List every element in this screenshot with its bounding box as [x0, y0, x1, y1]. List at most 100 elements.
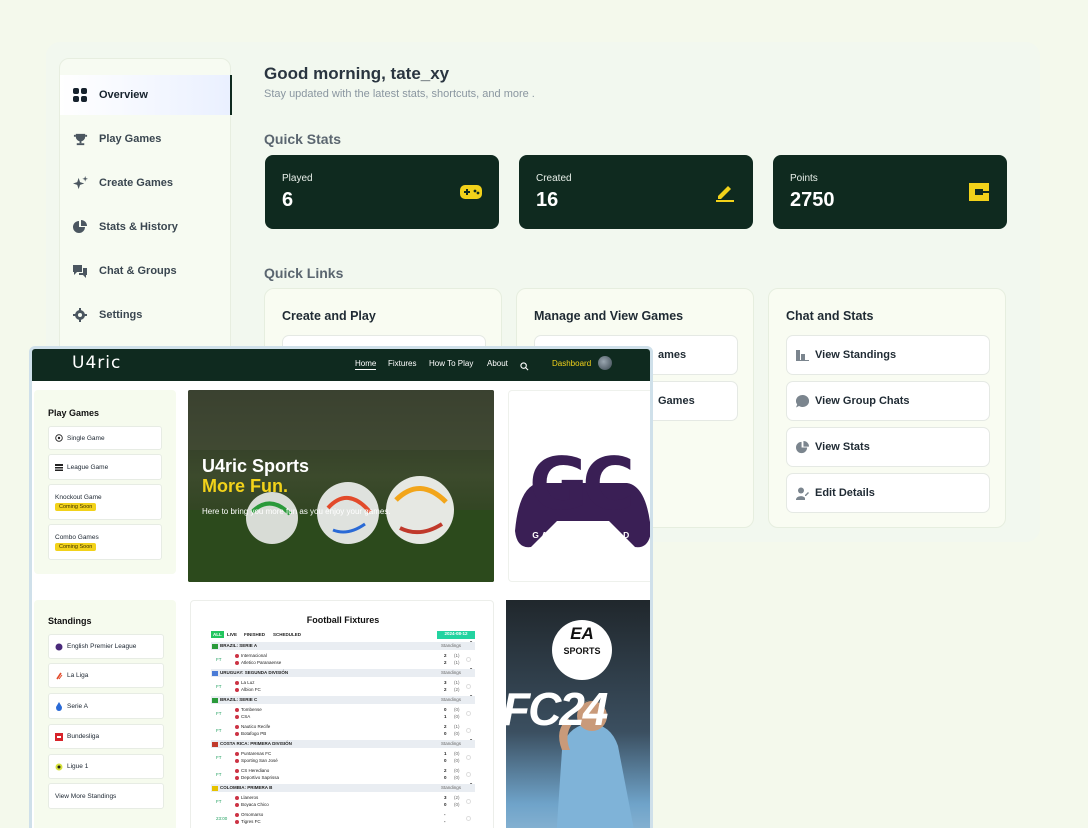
home-halftime-score: (0)	[454, 751, 460, 756]
standings-item-ligue-1[interactable]: Ligue 1	[48, 754, 164, 779]
home-score: 2	[444, 768, 447, 773]
stat-label: Points	[790, 173, 818, 184]
tab-all[interactable]: ALL	[211, 631, 224, 638]
home-halftime-score: (0)	[454, 707, 460, 712]
greeting-title: Good morning, tate_xy	[264, 64, 450, 83]
sidebar-item-label: Chat & Groups	[99, 265, 177, 277]
country-flag-icon	[212, 697, 218, 703]
chevron-up-icon[interactable]: ˆ	[470, 784, 472, 790]
standings-link[interactable]: Standings	[441, 643, 461, 648]
home-team: Nautico Recife	[235, 724, 270, 729]
nav-about-link[interactable]: About	[487, 359, 508, 368]
site-logo[interactable]: U4ric	[72, 353, 121, 373]
away-team: Atletico Paranaense	[235, 660, 281, 665]
quick-link-label: View Stats	[815, 441, 870, 453]
button-label: Single Game	[67, 434, 105, 442]
tab-finished[interactable]: FINISHED	[244, 632, 265, 637]
standings-link[interactable]: Standings	[441, 697, 461, 702]
fixtures-tabs: ALL LIVE FINISHED SCHEDULED 2024-08-12	[211, 631, 475, 640]
league-header[interactable]: BRAZIL: SERIE C Standings ˆ	[211, 696, 475, 704]
match-row[interactable]: FT Puntarenas FC Sporting San José 1 0 (0) (0)	[211, 749, 475, 767]
single-game-button[interactable]: Single Game	[48, 426, 162, 450]
football-fixtures-panel: Football Fixtures ALL LIVE FINISHED SCHE…	[190, 600, 494, 828]
match-row[interactable]: FT La Luz Albion FC 3 2 (1) (2)	[211, 678, 475, 696]
avatar[interactable]	[598, 356, 612, 370]
match-row[interactable]: FT Llaneros Boyaca Chico 3 0 (2) (0)	[211, 793, 475, 811]
nav-how-to-play-link[interactable]: How To Play	[429, 359, 473, 368]
tab-scheduled[interactable]: SCHEDULED	[273, 632, 301, 637]
chevron-up-icon[interactable]: ˆ	[470, 696, 472, 702]
nav-fixtures-link[interactable]: Fixtures	[388, 359, 416, 368]
gamers-creed-logo: GC GAMERS CREED	[515, 442, 650, 548]
stat-label: Created	[536, 173, 572, 184]
sidebar-item-settings[interactable]: Settings	[60, 295, 232, 335]
match-row[interactable]: 23:00 Orsomarso Tigres FC - -	[211, 810, 475, 828]
away-team: Botafogo PB	[235, 731, 266, 736]
ea-fc24-ad[interactable]: EA SPORTS FC24	[506, 600, 650, 828]
home-halftime-score: (1)	[454, 653, 460, 658]
away-score: 0	[444, 758, 447, 763]
sidebar-item-play-games[interactable]: Play Games	[60, 119, 232, 159]
favorite-toggle[interactable]	[466, 755, 471, 760]
points-icon	[967, 182, 991, 202]
ea-logo-text: EA	[570, 624, 594, 643]
ea-sports-text: SPORTS	[563, 646, 601, 656]
bar-chart-icon	[795, 348, 809, 362]
away-halftime-score: (0)	[454, 775, 460, 780]
league-header[interactable]: COLOMBIA: PRIMERA B Standings ˆ	[211, 784, 475, 792]
favorite-toggle[interactable]	[466, 684, 471, 689]
ligue-1-icon	[55, 763, 63, 771]
sidebar-item-create-games[interactable]: Create Games	[60, 163, 232, 203]
match-row[interactable]: FT CS Herediano Deportivo Saprissa 2 0 (0) (0)	[211, 766, 475, 784]
away-team: Sporting San José	[235, 758, 278, 763]
quick-link-view-stats[interactable]: View Stats	[786, 427, 990, 467]
site-navbar: U4ric Home Fixtures How To Play About Da…	[32, 349, 650, 381]
quick-link-view-group-chats[interactable]: View Group Chats	[786, 381, 990, 421]
search-icon[interactable]	[520, 358, 529, 376]
view-more-standings-button[interactable]: View More Standings	[48, 783, 164, 809]
quick-link-edit-details[interactable]: Edit Details	[786, 473, 990, 513]
away-score: 2	[444, 687, 447, 692]
knockout-game-button[interactable]: Knockout Game Coming Soon	[48, 484, 162, 520]
away-team: Boyaca Chico	[235, 802, 269, 807]
tab-live[interactable]: LIVE	[227, 632, 237, 637]
match-row[interactable]: FT Nautico Recife Botafogo PB 2 0 (1) (0)	[211, 722, 475, 740]
standings-item-la-liga[interactable]: La Liga	[48, 663, 164, 688]
combo-games-button[interactable]: Combo Games Coming Soon	[48, 524, 162, 560]
favorite-toggle[interactable]	[466, 711, 471, 716]
home-halftime-score: (2)	[454, 795, 460, 800]
standings-link[interactable]: Standings	[441, 785, 461, 790]
favorite-toggle[interactable]	[466, 816, 471, 821]
nav-dashboard-link[interactable]: Dashboard	[552, 359, 591, 368]
match-row[interactable]: FT Tombense CSA 0 1 (0) (0)	[211, 705, 475, 723]
standings-link[interactable]: Standings	[441, 741, 461, 746]
favorite-toggle[interactable]	[466, 657, 471, 662]
nav-home-link[interactable]: Home	[355, 359, 377, 370]
fixtures-date-picker[interactable]: 2024-08-12	[437, 631, 475, 639]
favorite-toggle[interactable]	[466, 799, 471, 804]
standings-item-bundesliga[interactable]: Bundesliga	[48, 724, 164, 749]
standings-item-serie-a[interactable]: Serie A	[48, 693, 164, 719]
chevron-up-icon[interactable]: ˆ	[470, 669, 472, 675]
sidebar-item-chat-groups[interactable]: Chat & Groups	[60, 251, 232, 291]
quick-link-label: View Standings	[815, 349, 897, 361]
league-header[interactable]: URUGUAY: SEGUNDA DIVISIÓN Standings ˆ	[211, 669, 475, 677]
favorite-toggle[interactable]	[466, 772, 471, 777]
quick-link-view-standings[interactable]: View Standings	[786, 335, 990, 375]
sidebar-item-stats-history[interactable]: Stats & History	[60, 207, 232, 247]
gamers-creed-ad[interactable]: GC GAMERS CREED	[508, 390, 650, 582]
sidebar-item-overview[interactable]: Overview	[60, 75, 232, 115]
chevron-up-icon[interactable]: ˆ	[470, 740, 472, 746]
match-row[interactable]: FT Internacional Atletico Paranaense 2 2 (1) (…	[211, 651, 475, 669]
bundesliga-icon	[55, 732, 63, 741]
standings-link[interactable]: Standings	[441, 670, 461, 675]
league-game-button[interactable]: League Game	[48, 454, 162, 480]
away-halftime-score: (2)	[454, 687, 460, 692]
league-name: COLOMBIA: PRIMERA B	[220, 785, 273, 790]
league-header[interactable]: COSTA RICA: PRIMERA DIVISIÓN Standings ˆ	[211, 740, 475, 748]
standings-item-premier-league[interactable]: English Premier League	[48, 634, 164, 659]
favorite-toggle[interactable]	[466, 728, 471, 733]
league-header[interactable]: BRAZIL: SERIE A Standings ˆ	[211, 642, 475, 650]
chevron-up-icon[interactable]: ˆ	[470, 642, 472, 648]
stat-card-played: Played 6	[265, 155, 499, 229]
